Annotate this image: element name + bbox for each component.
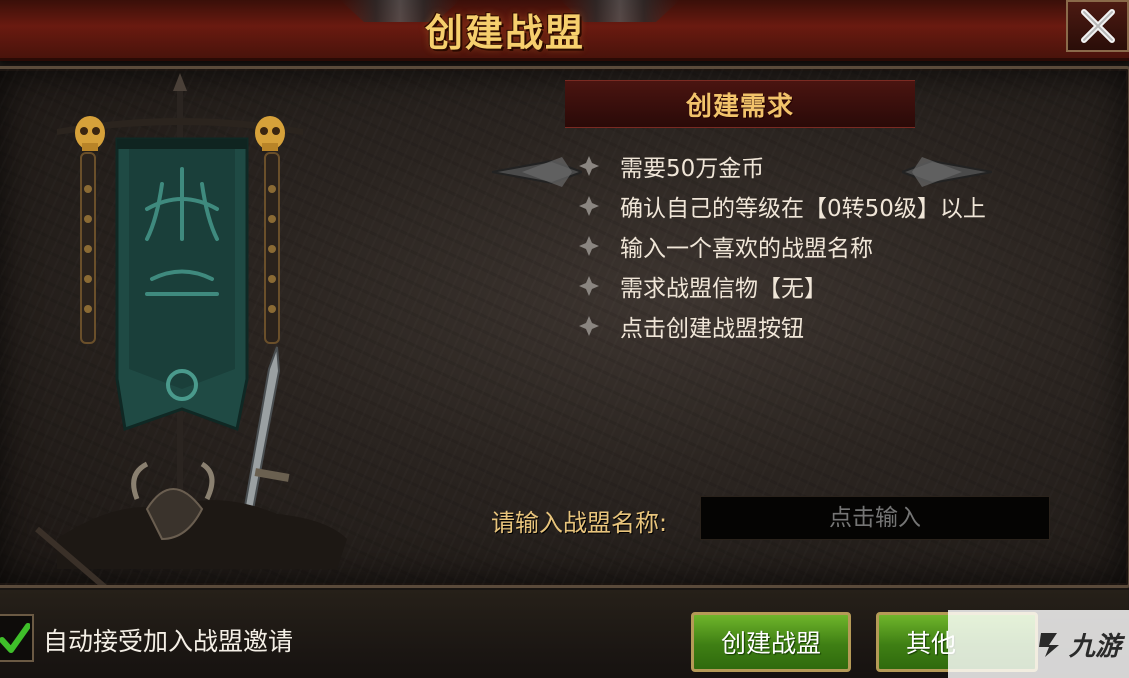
- watermark-logo-icon: [1038, 633, 1059, 657]
- requirement-text: 需要50万金币: [620, 156, 765, 182]
- title-bar: 创建战盟: [0, 0, 1129, 61]
- watermark-text: 九游: [1068, 631, 1121, 662]
- guild-name-label: 请输入战盟名称:: [491, 509, 668, 537]
- list-item: 确认自己的等级在【0转50级】以上: [578, 186, 986, 226]
- close-button[interactable]: [1066, 0, 1129, 52]
- diamond-bullet-icon: [579, 156, 599, 176]
- diamond-bullet-icon: [579, 236, 599, 256]
- requirement-text: 需求战盟信物【无】: [620, 276, 827, 302]
- skull-ornament-left: [75, 116, 105, 151]
- skull-ornament-right: [255, 116, 285, 151]
- header-ornament-left: [492, 157, 582, 187]
- diamond-bullet-icon: [579, 316, 599, 336]
- guild-name-input[interactable]: [700, 496, 1050, 540]
- diamond-bullet-icon: [579, 276, 599, 296]
- requirement-text: 确认自己的等级在【0转50级】以上: [620, 196, 986, 222]
- requirement-text: 输入一个喜欢的战盟名称: [620, 236, 873, 262]
- window-title: 创建战盟: [424, 11, 585, 55]
- checkmark-icon: [0, 623, 30, 653]
- list-item: 需要50万金币: [578, 146, 986, 186]
- site-watermark: 九游: [948, 610, 1129, 678]
- auto-accept-label: 自动接受加入战盟邀请: [43, 627, 294, 656]
- requirements-list: 需要50万金币 确认自己的等级在【0转50级】以上 输入一个喜欢的战盟名称 需求…: [578, 146, 986, 346]
- requirement-text: 点击创建战盟按钮: [620, 316, 804, 342]
- list-item: 输入一个喜欢的战盟名称: [578, 226, 986, 266]
- auto-accept-checkbox[interactable]: [0, 614, 34, 662]
- create-guild-button[interactable]: 创建战盟: [691, 612, 851, 672]
- list-item: 需求战盟信物【无】: [578, 266, 986, 306]
- list-item: 点击创建战盟按钮: [578, 306, 986, 346]
- requirements-title: 创建需求: [685, 91, 794, 122]
- close-icon: [1080, 9, 1115, 43]
- guild-banner-illustration: [35, 73, 347, 585]
- requirements-header: 创建需求: [565, 80, 915, 128]
- diamond-bullet-icon: [579, 196, 599, 216]
